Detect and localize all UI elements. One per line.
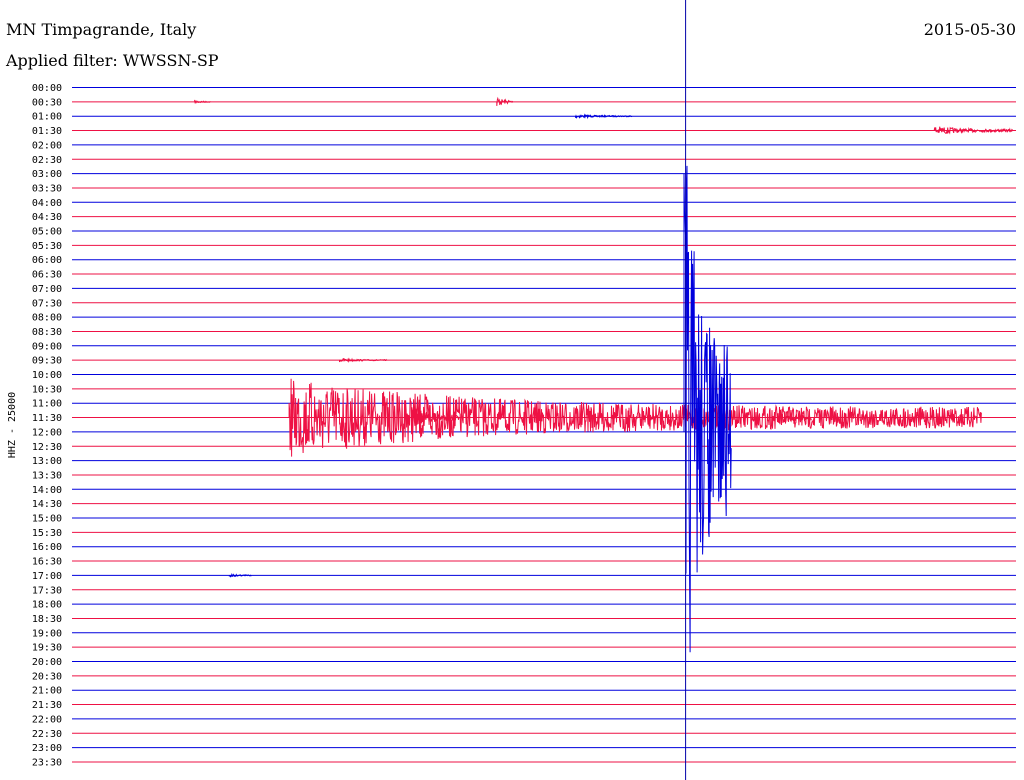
row-time-label: 11:30 [32, 413, 62, 424]
row-time-label: 13:30 [32, 470, 62, 481]
row-time-label: 02:00 [32, 140, 62, 151]
event-traces [194, 96, 1014, 653]
row-time-label: 09:00 [32, 341, 62, 352]
row-time-label: 00:00 [32, 83, 62, 94]
row-time-label: 04:30 [32, 212, 62, 223]
row-time-label: 12:00 [32, 427, 62, 438]
event-trace [194, 99, 211, 104]
row-time-label: 18:30 [32, 614, 62, 625]
row-time-label: 08:00 [32, 313, 62, 324]
row-time-label: 05:00 [32, 227, 62, 238]
row-time-label: 01:00 [32, 112, 62, 123]
row-time-label: 06:30 [32, 270, 62, 281]
event-trace [339, 357, 388, 363]
event-trace [683, 165, 732, 653]
row-time-label: 10:00 [32, 370, 62, 381]
row-time-label: 14:00 [32, 485, 62, 496]
row-time-label: 16:30 [32, 557, 62, 568]
row-time-label: 06:00 [32, 255, 62, 266]
row-time-label: 13:00 [32, 456, 62, 467]
row-time-label: 07:00 [32, 284, 62, 295]
row-time-label: 17:30 [32, 585, 62, 596]
row-time-label: 08:30 [32, 327, 62, 338]
row-time-label: 20:00 [32, 657, 62, 668]
row-time-label: 19:00 [32, 628, 62, 639]
event-trace [228, 572, 252, 578]
row-time-label: 09:30 [32, 356, 62, 367]
row-time-label: 22:00 [32, 714, 62, 725]
row-time-label: 15:30 [32, 528, 62, 539]
row-time-label: 18:00 [32, 600, 62, 611]
row-time-label: 07:30 [32, 298, 62, 309]
row-time-label: 02:30 [32, 155, 62, 166]
row-time-label: 00:30 [32, 97, 62, 108]
event-trace [575, 113, 633, 120]
row-time-label: 23:00 [32, 743, 62, 754]
row-time-label: 12:30 [32, 442, 62, 453]
row-time-label: 17:00 [32, 571, 62, 582]
row-time-label: 15:00 [32, 514, 62, 525]
row-time-label: 03:00 [32, 169, 62, 180]
y-axis-label: HHZ - 25000 [7, 392, 18, 458]
row-time-label: 01:30 [32, 126, 62, 137]
row-time-label: 05:30 [32, 241, 62, 252]
row-time-label: 21:00 [32, 686, 62, 697]
row-time-label: 20:30 [32, 671, 62, 682]
row-time-label: 19:30 [32, 643, 62, 654]
row-time-label: 21:30 [32, 700, 62, 711]
helicorder-plot: HHZ - 25000 00:00 00:30 01:00 01:30 02:00 02:… [7, 0, 1016, 780]
row-time-label: 16:00 [32, 542, 62, 553]
row-time-label: 04:00 [32, 198, 62, 209]
row-time-label: 11:00 [32, 399, 62, 410]
row-time-label: 10:30 [32, 384, 62, 395]
row-time-label: 03:30 [32, 183, 62, 194]
row-time-label: 23:30 [32, 757, 62, 768]
row-time-label: 22:30 [32, 729, 62, 740]
row-time-label: 14:30 [32, 499, 62, 510]
